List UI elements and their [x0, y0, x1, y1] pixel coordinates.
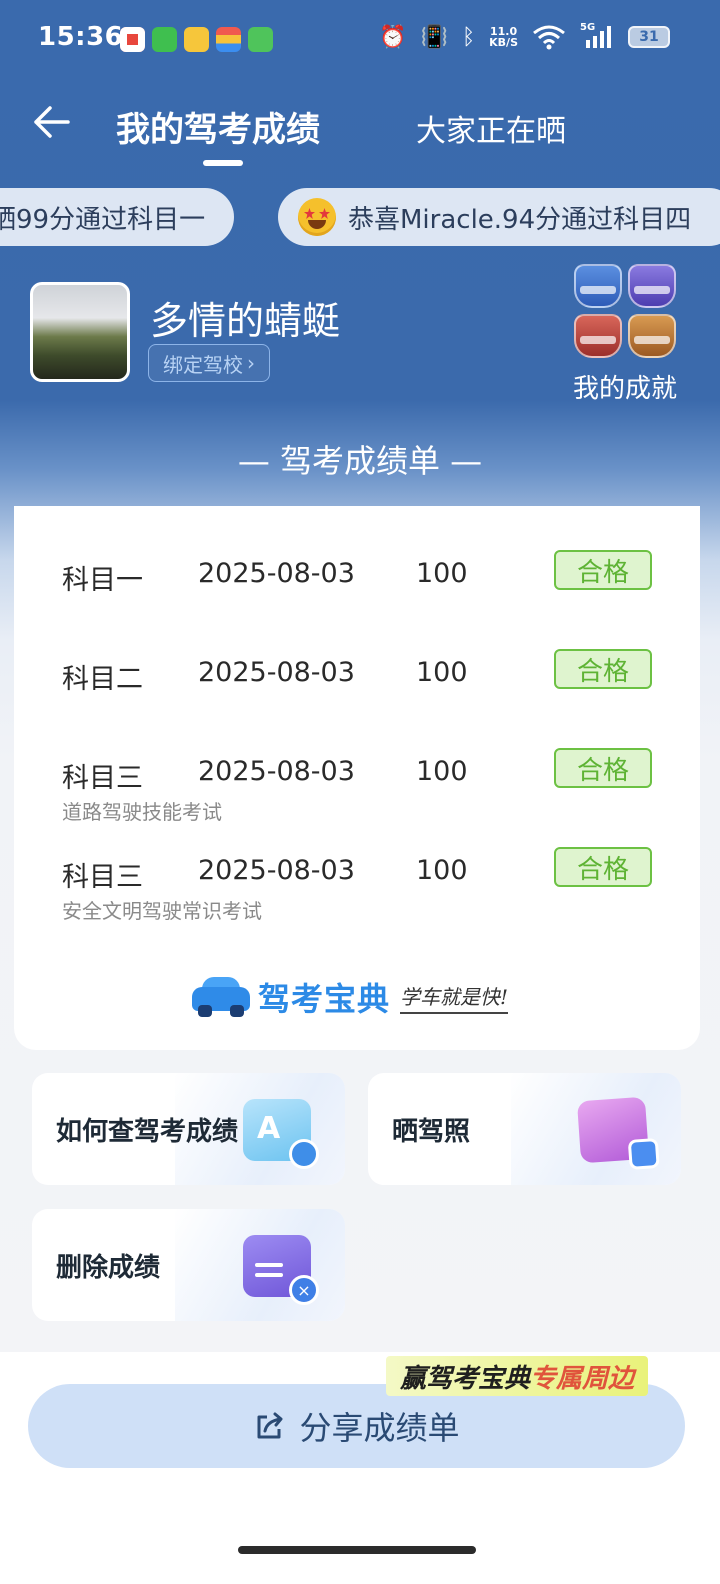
map-app-icon	[120, 27, 145, 52]
score-row: 科目三 2025-08-03 100 合格 道路驾驶技能考试	[14, 746, 700, 824]
brand-logo: 驾考宝典 学车就是快!	[192, 972, 509, 1022]
profile-section: 多情的蜻蜓 绑定驾校 › 我的成就	[0, 264, 720, 422]
how-to-query-scores-card[interactable]: 如何查驾考成绩 A	[32, 1073, 345, 1185]
pass-badge: 合格	[554, 847, 652, 887]
subject: 科目一	[62, 565, 143, 596]
chevron-right-icon: ›	[247, 351, 255, 375]
pass-badge: 合格	[554, 649, 652, 689]
notification-icons	[120, 27, 273, 52]
pass-badge: 合格	[554, 550, 652, 590]
star-struck-emoji-icon	[298, 198, 336, 236]
alarm-icon: ⏰	[379, 24, 407, 50]
photo-camera-icon	[576, 1096, 660, 1170]
home-indicator[interactable]	[238, 1546, 476, 1554]
marquee-item: 恭喜Miracle.94分通过科目四	[278, 188, 720, 246]
username: 多情的蜻蜓	[150, 299, 341, 343]
cellular-icon: 5G	[580, 22, 614, 50]
card-label: 晒驾照	[392, 1117, 471, 1147]
score: 100	[416, 657, 468, 688]
vibrate-icon: 📳	[420, 24, 448, 50]
share-score-sheet-button[interactable]: 分享成绩单	[28, 1384, 685, 1468]
car-logo-icon	[192, 977, 250, 1017]
back-arrow-icon[interactable]	[30, 100, 74, 144]
score-row: 科目二 2025-08-03 100 合格	[14, 647, 700, 707]
exam-date: 2025-08-03	[198, 855, 355, 886]
badge-icon	[628, 264, 676, 308]
promo-banner[interactable]: 赢驾考宝典 专属周边	[386, 1356, 649, 1396]
score-row: 科目三 2025-08-03 100 合格 安全文明驾驶常识考试	[14, 845, 700, 923]
achievement-badges[interactable]	[574, 264, 676, 358]
top-nav: 我的驾考成绩 大家正在晒	[0, 90, 720, 170]
delete-document-icon: ×	[243, 1235, 319, 1305]
exam-date: 2025-08-03	[198, 657, 355, 688]
brand-slogan: 学车就是快!	[400, 981, 509, 1014]
status-time: 15:36	[38, 22, 124, 52]
marquee-item: 晒99分通过科目一	[0, 188, 234, 246]
document-search-icon: A	[243, 1099, 319, 1169]
brand-name: 驾考宝典	[258, 980, 391, 1018]
wifi-icon	[533, 25, 565, 50]
badge-icon	[574, 264, 622, 308]
score-sheet-title: — 驾考成绩单 —	[237, 442, 483, 480]
card-label: 如何查驾考成绩	[56, 1117, 239, 1147]
score: 100	[416, 855, 468, 886]
bluetooth-icon: ᛒ	[461, 24, 476, 50]
active-tab-indicator	[203, 160, 243, 166]
wallet-app-icon	[216, 27, 241, 52]
exam-date: 2025-08-03	[198, 756, 355, 787]
score-row: 科目一 2025-08-03 100 合格	[14, 548, 700, 608]
badge-icon	[628, 314, 676, 358]
score: 100	[416, 756, 468, 787]
message-app-icon	[248, 27, 273, 52]
my-achievements-label[interactable]: 我的成就	[573, 368, 677, 405]
green-app-icon	[152, 27, 177, 52]
share-icon	[257, 1412, 283, 1439]
tab-my-exam-scores[interactable]: 我的驾考成绩	[116, 102, 320, 151]
yellow-app-icon	[184, 27, 209, 52]
system-icons: ⏰ 📳 ᛒ 11.0 KB/S 5G 31	[379, 22, 670, 50]
card-label: 删除成绩	[56, 1253, 161, 1283]
bind-school-button[interactable]: 绑定驾校 ›	[148, 344, 270, 382]
avatar[interactable]	[30, 282, 130, 382]
pass-badge: 合格	[554, 748, 652, 788]
badge-icon	[574, 314, 622, 358]
subject: 科目二	[62, 664, 143, 695]
subject-subtitle: 道路驾驶技能考试	[62, 800, 222, 824]
subject-subtitle: 安全文明驾驶常识考试	[62, 899, 262, 923]
congrats-marquee: 晒99分通过科目一 恭喜Miracle.94分通过科目四	[0, 188, 720, 248]
exam-date: 2025-08-03	[198, 558, 355, 589]
battery-icon: 31	[628, 26, 670, 48]
delete-scores-card[interactable]: 删除成绩 ×	[32, 1209, 345, 1321]
score-sheet-card: 科目一 2025-08-03 100 合格 科目二 2025-08-03 100…	[14, 506, 700, 1050]
status-bar: 15:36 ⏰ 📳 ᛒ 11.0 KB/S 5G 31	[0, 0, 720, 80]
score: 100	[416, 558, 468, 589]
subject: 科目三	[62, 763, 143, 794]
subject: 科目三	[62, 862, 143, 893]
show-license-card[interactable]: 晒驾照	[368, 1073, 681, 1185]
net-speed: 11.0 KB/S	[489, 25, 518, 49]
tab-everyone-sharing[interactable]: 大家正在晒	[416, 106, 566, 150]
